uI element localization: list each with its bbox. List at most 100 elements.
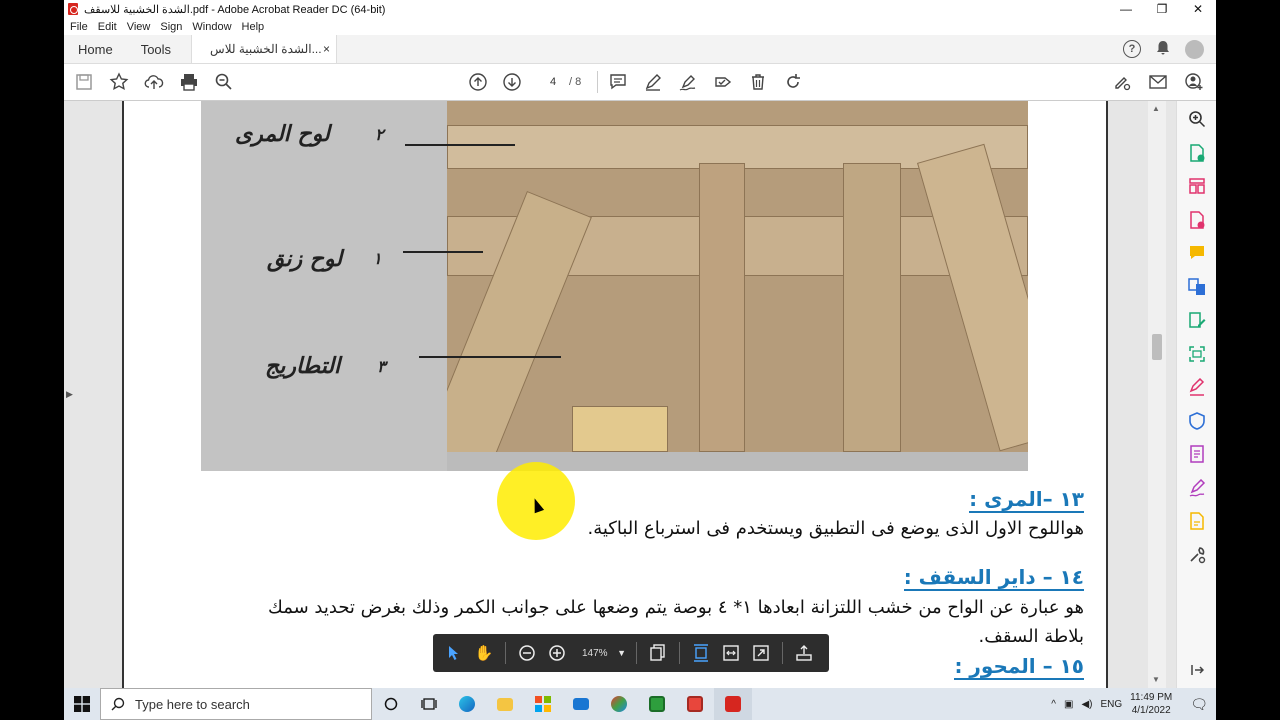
read-mode-icon[interactable] (789, 638, 819, 668)
clock-date: 4/1/2022 (1131, 705, 1171, 716)
combine-files-icon[interactable] (1187, 277, 1207, 297)
fit-page-icon[interactable] (686, 638, 716, 668)
zoom-out-icon[interactable] (512, 638, 542, 668)
stamp-tag-icon[interactable] (711, 70, 735, 94)
menu-help[interactable]: Help (242, 21, 265, 33)
document-viewport[interactable]: ▶ لوح المرى ٢ لوح زنق ١ التطاريج ٣ ١٣ –ا… (64, 101, 1176, 688)
full-screen-icon[interactable] (746, 638, 776, 668)
bell-icon[interactable] (1155, 40, 1171, 59)
hand-pan-icon[interactable]: ✋ (469, 638, 499, 668)
highlight-pen-icon[interactable] (641, 70, 665, 94)
formwork-photo: لوح المرى ٢ لوح زنق ١ التطاريج ٣ (201, 101, 1028, 471)
comment-icon[interactable] (606, 70, 630, 94)
start-button[interactable] (64, 688, 100, 720)
file-explorer-icon[interactable] (486, 688, 524, 720)
page-copy-icon[interactable] (643, 638, 673, 668)
edge-browser-icon[interactable] (448, 688, 486, 720)
protect-shield-icon[interactable] (1187, 411, 1207, 431)
collapse-pane-icon[interactable] (1187, 660, 1207, 680)
page-total: 8 (575, 76, 582, 88)
tab-tools[interactable]: Tools (127, 35, 185, 63)
zoom-level[interactable]: 147% (572, 648, 614, 659)
taskbar-search-box[interactable]: Type here to search (100, 688, 372, 720)
fill-sign-icon[interactable] (1187, 377, 1207, 397)
delete-trash-icon[interactable] (746, 70, 770, 94)
taskbar-clock[interactable]: 11:49 PM 4/1/2022 (1130, 691, 1172, 717)
export-pdf-icon[interactable] (1187, 143, 1207, 163)
tab-home[interactable]: Home (64, 35, 127, 63)
comment-tool-icon[interactable] (1187, 243, 1207, 263)
zoom-dropdown-chevron-icon[interactable]: ▼ (614, 638, 630, 668)
scroll-up-arrow-icon[interactable]: ▲ (1152, 104, 1160, 113)
floor-board (572, 406, 668, 452)
sign-pen-icon[interactable] (676, 70, 700, 94)
tab-document[interactable]: الشدة الخشبية للاس... × (191, 35, 338, 63)
camtasia-red-icon[interactable] (676, 688, 714, 720)
scroll-thumb[interactable] (1152, 334, 1162, 360)
photo-label-panel (201, 101, 447, 471)
menu-file[interactable]: File (70, 21, 88, 33)
wooden-formwork-image (447, 101, 1028, 452)
tray-network-icon[interactable]: ▣ (1064, 699, 1073, 710)
close-window-button[interactable]: ✕ (1180, 2, 1216, 16)
left-letterbox (0, 0, 64, 720)
print-icon[interactable] (177, 70, 201, 94)
fit-width-icon[interactable] (716, 638, 746, 668)
avatar[interactable] (1185, 39, 1204, 59)
previous-page-icon[interactable] (466, 70, 490, 94)
expand-left-pane-icon[interactable]: ▶ (66, 389, 73, 400)
zoom-in-icon[interactable] (542, 638, 572, 668)
paragraph-14-line1: هو عبارة عن الواح من خشب اللتزانة ابعاده… (268, 597, 1084, 618)
language-indicator[interactable]: ENG (1100, 699, 1122, 710)
share-link-pen-icon[interactable] (1110, 70, 1134, 94)
cloud-upload-icon[interactable] (142, 70, 166, 94)
edit-pdf-icon[interactable] (1187, 310, 1207, 330)
save-icon[interactable] (72, 70, 96, 94)
menu-window[interactable]: Window (192, 21, 231, 33)
tray-volume-icon[interactable]: ◀) (1081, 699, 1092, 710)
prepare-form-icon[interactable] (1187, 444, 1207, 464)
tray-chevron-up-icon[interactable]: ^ (1051, 699, 1056, 710)
menu-sign[interactable]: Sign (160, 21, 182, 33)
organize-pages-icon[interactable] (1187, 176, 1207, 196)
menu-edit[interactable]: Edit (98, 21, 117, 33)
task-view-icon[interactable] (410, 688, 448, 720)
window-title: الشدة الخشبية للاسقف.pdf - Adobe Acrobat… (84, 3, 386, 16)
label-braces: التطاريج (265, 353, 341, 379)
leader-line-2 (403, 251, 483, 253)
paint-app-icon[interactable] (600, 688, 638, 720)
mail-icon[interactable] (562, 688, 600, 720)
add-user-icon[interactable] (1182, 70, 1206, 94)
rotate-redo-icon[interactable] (781, 70, 805, 94)
select-pointer-icon[interactable] (439, 638, 469, 668)
bookmark-star-icon[interactable] (107, 70, 131, 94)
help-icon[interactable]: ? (1123, 40, 1141, 58)
camtasia-green-icon[interactable] (638, 688, 676, 720)
cortana-circle-icon[interactable] (372, 688, 410, 720)
restore-button[interactable]: ❐ (1144, 2, 1180, 16)
notifications-icon[interactable]: 🗨 (1190, 696, 1208, 713)
scroll-down-arrow-icon[interactable]: ▼ (1152, 675, 1160, 684)
send-for-review-icon[interactable] (1187, 511, 1207, 531)
acrobat-app-icon (68, 3, 78, 15)
right-letterbox (1216, 0, 1280, 720)
diagonal-brace-2 (917, 143, 1028, 452)
acrobat-taskbar-icon[interactable] (714, 688, 752, 720)
main-toolbar: / 8 (64, 64, 1216, 101)
menu-view[interactable]: View (127, 21, 151, 33)
create-pdf-icon[interactable] (1187, 210, 1207, 230)
close-tab-icon[interactable]: × (323, 42, 330, 56)
request-signature-icon[interactable] (1187, 478, 1207, 498)
zoom-search-icon[interactable] (212, 70, 236, 94)
page-number-input[interactable] (540, 71, 566, 93)
more-tools-icon[interactable] (1187, 545, 1207, 565)
floating-page-toolbar: ✋ 147% ▼ (433, 634, 829, 672)
scan-ocr-icon[interactable] (1187, 344, 1207, 364)
paragraph-14-line2: بلاطة السقف. (978, 626, 1084, 647)
microsoft-store-icon[interactable] (524, 688, 562, 720)
email-icon[interactable] (1146, 70, 1170, 94)
search-zoom-tool-icon[interactable] (1187, 109, 1207, 129)
minimize-button[interactable]: — (1108, 2, 1144, 16)
next-page-icon[interactable] (500, 70, 524, 94)
vertical-scrollbar[interactable]: ▲ ▼ (1148, 101, 1166, 688)
